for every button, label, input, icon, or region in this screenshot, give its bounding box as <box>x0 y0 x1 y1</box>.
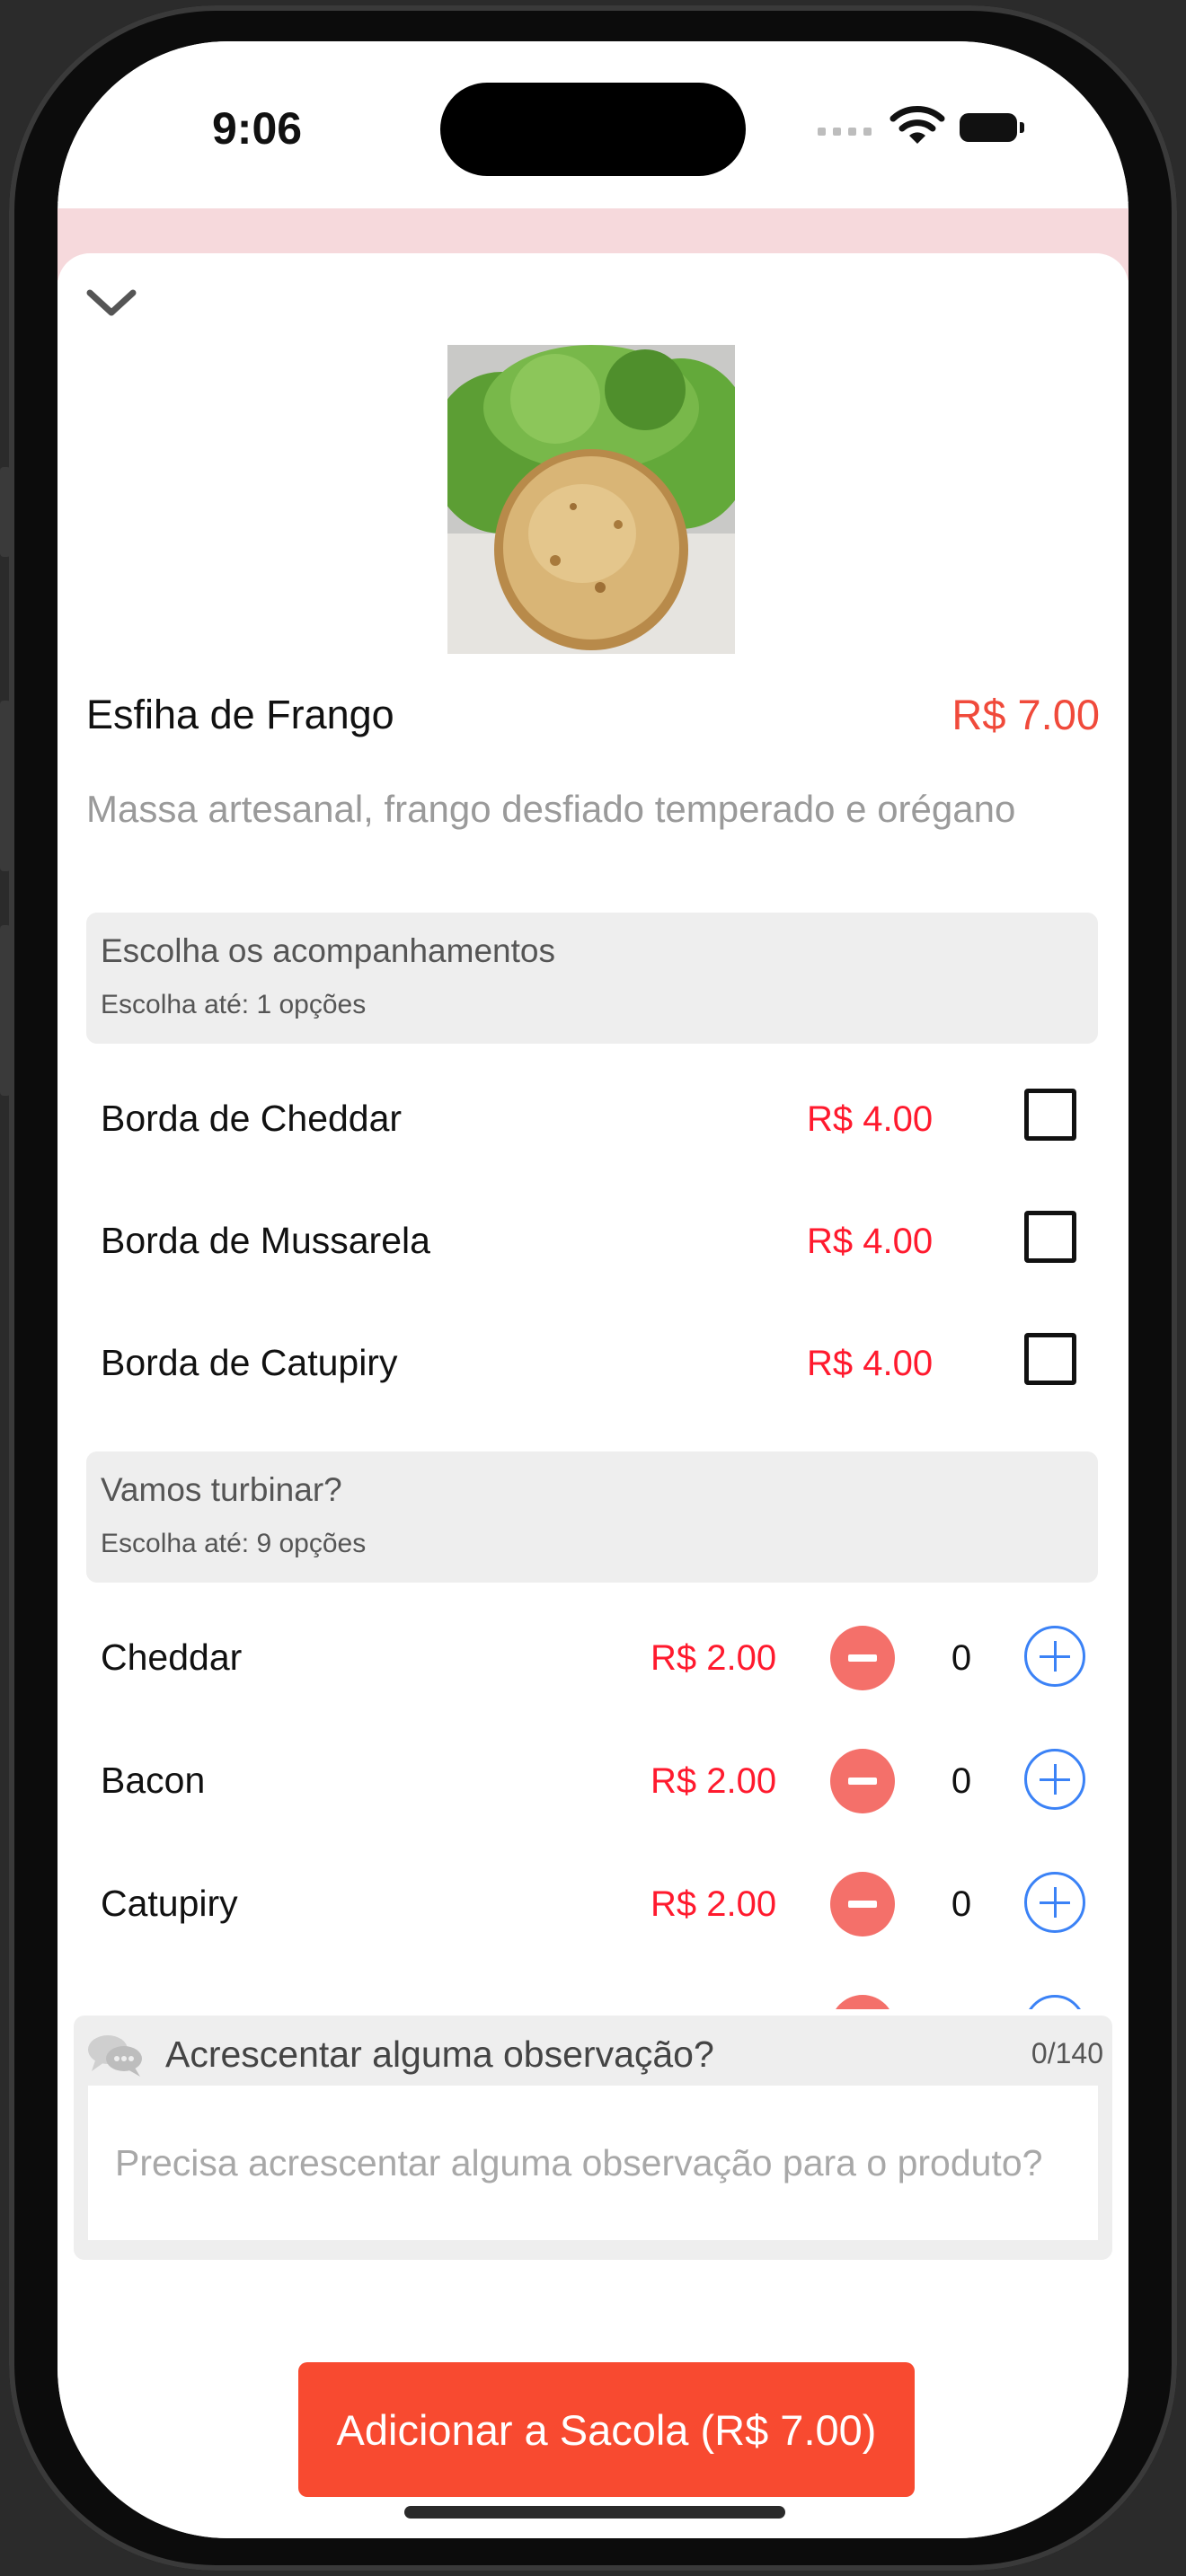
addon-price: R$ 2.00 <box>651 1638 777 1678</box>
increment-button[interactable] <box>1024 1749 1085 1810</box>
observation-title: Acrescentar alguma observação? <box>165 2033 714 2075</box>
increment-button[interactable] <box>1024 1995 1085 2009</box>
observation-input[interactable] <box>88 2086 1098 2240</box>
action-button <box>0 467 11 557</box>
increment-button[interactable] <box>1024 1872 1085 1933</box>
status-bar: 9:06 <box>58 41 1128 203</box>
group-header-acompanhamentos: Escolha os acompanhamentos Escolha até: … <box>86 913 1098 1044</box>
cellular-signal-icon <box>818 128 872 136</box>
status-time: 9:06 <box>212 103 303 154</box>
addon-quantity: 0 <box>951 1638 972 1678</box>
product-image <box>447 345 735 654</box>
option-price: R$ 4.00 <box>807 1344 934 1383</box>
chat-bubbles-icon <box>88 2035 142 2077</box>
addon-row: Bacon R$ 2.00 0 <box>58 1727 1128 1835</box>
option-row[interactable]: Borda de Cheddar R$ 4.00 <box>58 1065 1128 1173</box>
option-name: Borda de Cheddar <box>101 1098 403 1139</box>
addon-quantity: 0 <box>951 1884 972 1924</box>
product-description: Massa artesanal, frango desfiado tempera… <box>86 788 1016 830</box>
addon-row: Cheddar R$ 2.00 0 <box>58 1604 1128 1712</box>
decrement-button[interactable] <box>830 1626 895 1690</box>
observation-box: Acrescentar alguma observação? 0/140 <box>74 2016 1112 2260</box>
group-title: Escolha os acompanhamentos <box>101 932 555 969</box>
wifi-icon <box>890 106 945 144</box>
addon-price: R$ 2.00 <box>651 1761 777 1801</box>
increment-button[interactable] <box>1024 1626 1085 1687</box>
screen: 9:06 Esfiha de Frango R$ 7.00 Massa arte… <box>58 41 1128 2538</box>
option-name: Borda de Mussarela <box>101 1220 430 1261</box>
option-row[interactable]: Borda de Catupiry R$ 4.00 <box>58 1310 1128 1417</box>
addon-price: R$ 2.00 <box>651 1884 777 1924</box>
option-price: R$ 4.00 <box>807 1222 934 1261</box>
volume-down-button <box>0 925 11 1096</box>
addon-name: Cheddar <box>101 1636 243 1678</box>
product-name: Esfiha de Frango <box>86 692 394 737</box>
battery-icon <box>960 113 1024 142</box>
addon-name: Bacon <box>101 1760 206 1801</box>
product-price: R$ 7.00 <box>951 691 1100 738</box>
product-sheet: Esfiha de Frango R$ 7.00 Massa artesanal… <box>58 253 1128 2538</box>
decrement-button[interactable] <box>830 1995 895 2009</box>
addon-row-partial <box>58 1973 1128 2009</box>
group-subtitle: Escolha até: 9 opções <box>101 1529 367 1558</box>
add-to-bag-button[interactable]: Adicionar a Sacola (R$ 7.00) <box>298 2362 915 2497</box>
decrement-button[interactable] <box>830 1749 895 1813</box>
addon-row: Catupiry R$ 2.00 0 <box>58 1850 1128 1958</box>
group-header-turbinar: Vamos turbinar? Escolha até: 9 opções <box>86 1451 1098 1583</box>
home-indicator[interactable] <box>404 2506 785 2519</box>
addon-name: Catupiry <box>101 1883 238 1924</box>
addon-quantity: 0 <box>951 1761 972 1801</box>
option-name: Borda de Catupiry <box>101 1342 398 1383</box>
option-row[interactable]: Borda de Mussarela R$ 4.00 <box>58 1187 1128 1295</box>
character-counter: 0/140 <box>1031 2037 1103 2069</box>
group-subtitle: Escolha até: 1 opções <box>101 990 367 1019</box>
decrement-button[interactable] <box>830 1872 895 1936</box>
option-checkbox[interactable] <box>1024 1089 1076 1141</box>
group-title: Vamos turbinar? <box>101 1471 342 1508</box>
chevron-down-icon[interactable] <box>84 284 138 323</box>
volume-up-button <box>0 701 11 871</box>
option-checkbox[interactable] <box>1024 1333 1076 1385</box>
option-checkbox[interactable] <box>1024 1211 1076 1263</box>
dynamic-island <box>440 83 746 176</box>
option-price: R$ 4.00 <box>807 1099 934 1139</box>
